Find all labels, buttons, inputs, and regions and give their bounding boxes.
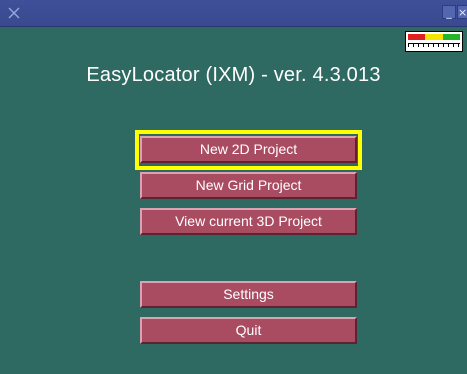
view-3d-project-label: View current 3D Project xyxy=(175,213,322,229)
app-window: _ × EasyLocator (IXM) - ver. 4.3.013 New… xyxy=(0,0,467,374)
settings-label: Settings xyxy=(223,286,274,302)
title-bar[interactable]: _ × xyxy=(0,0,467,27)
new-2d-project-label: New 2D Project xyxy=(199,141,298,157)
close-icon: × xyxy=(458,6,467,19)
meter-color-bar xyxy=(408,34,460,40)
quit-label: Quit xyxy=(235,322,262,338)
minimize-icon: _ xyxy=(446,6,452,19)
settings-button[interactable]: Settings xyxy=(140,281,357,308)
meter-yellow-segment xyxy=(425,34,443,40)
app-logo-icon xyxy=(8,7,20,19)
new-grid-project-button[interactable]: New Grid Project xyxy=(140,172,357,199)
minimize-button[interactable]: _ xyxy=(442,5,456,19)
meter-green-segment xyxy=(442,34,460,40)
close-button[interactable]: × xyxy=(457,5,467,19)
new-grid-project-label: New Grid Project xyxy=(195,177,302,193)
app-title: EasyLocator (IXM) - ver. 4.3.013 xyxy=(86,64,381,86)
meter-scale xyxy=(408,43,460,50)
view-3d-project-button[interactable]: View current 3D Project xyxy=(140,208,357,235)
meter-red-segment xyxy=(408,34,426,40)
signal-meter-icon xyxy=(405,31,463,52)
quit-button[interactable]: Quit xyxy=(140,317,357,344)
new-2d-project-button[interactable]: New 2D Project xyxy=(140,136,357,163)
